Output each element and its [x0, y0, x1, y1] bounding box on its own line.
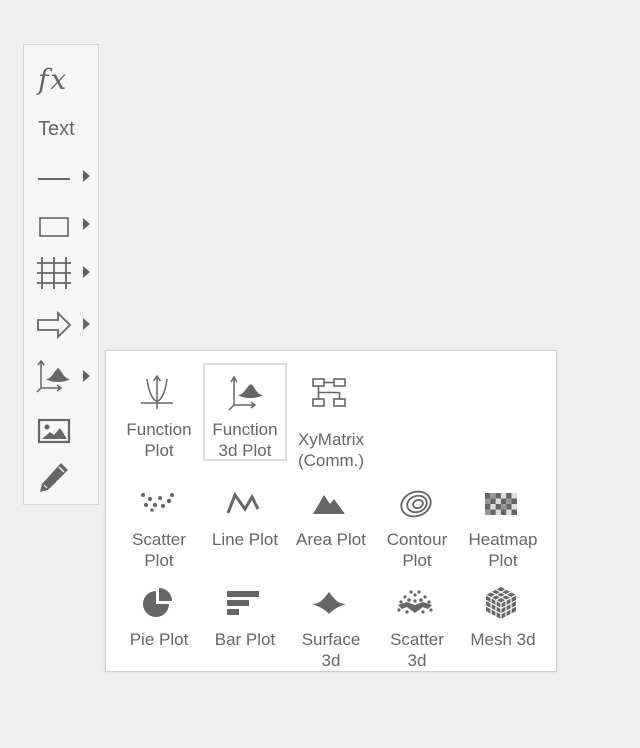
menu-item-label: Pie Plot [129, 630, 189, 649]
line-icon [36, 158, 72, 194]
menu-item-function-plot[interactable]: Function Plot [117, 363, 201, 461]
area-plot-icon [309, 483, 349, 523]
plot-3d-icon [36, 358, 72, 394]
menu-item-label: XyMatrix (Comm.) [297, 430, 365, 470]
scatter-plot-icon [137, 483, 177, 523]
submenu-caret-icon [83, 170, 90, 182]
text-tool-label: Text [38, 118, 75, 140]
menu-item-surface-3d[interactable]: Surface 3d [289, 573, 373, 671]
tool-text[interactable]: Text [24, 107, 98, 151]
menu-item-label: Scatter Plot [132, 530, 186, 570]
menu-item-label: Line Plot [211, 530, 279, 549]
menu-item-label: Contour Plot [386, 530, 448, 570]
menu-item-contour-plot[interactable]: Contour Plot [375, 473, 459, 571]
bar-plot-icon [223, 583, 263, 623]
line-plot-icon [223, 483, 263, 523]
function-3d-plot-icon [224, 373, 264, 413]
menu-item-label: Area Plot [296, 530, 366, 549]
drawing-toolbar: fx Text [23, 44, 99, 505]
menu-item-heatmap-plot[interactable]: Heatmap Plot [461, 473, 545, 571]
fx-icon: fx [38, 63, 69, 96]
mesh-3d-icon [481, 583, 521, 623]
menu-item-label: Function Plot [126, 420, 192, 460]
submenu-caret-icon [83, 266, 90, 278]
surface-3d-icon [309, 583, 349, 623]
grid-icon [36, 254, 72, 290]
menu-item-label: Scatter 3d [390, 630, 444, 670]
scatter-3d-icon [395, 583, 435, 623]
menu-item-label: Function 3d Plot [212, 420, 278, 460]
tool-grid[interactable] [24, 250, 98, 294]
tool-image[interactable] [24, 407, 98, 451]
menu-item-function-3d-plot[interactable]: Function 3d Plot [203, 363, 287, 461]
menu-item-label: Mesh 3d [470, 630, 536, 649]
pie-plot-icon [137, 583, 177, 623]
menu-item-scatter-3d[interactable]: Scatter 3d [375, 573, 459, 671]
rectangle-icon [36, 206, 72, 242]
menu-item-pie-plot[interactable]: Pie Plot [117, 573, 201, 671]
xymatrix-icon [309, 373, 349, 413]
image-icon [36, 411, 72, 447]
tool-arrow[interactable] [24, 302, 98, 346]
function-plot-icon [137, 373, 177, 413]
tool-line[interactable] [24, 154, 98, 198]
menu-item-mesh-3d[interactable]: Mesh 3d [461, 573, 545, 671]
contour-plot-icon [395, 483, 435, 523]
tool-plot[interactable] [24, 354, 98, 398]
plot-submenu: Function Plot Function 3d Plot XyMatrix … [105, 350, 557, 672]
menu-item-label: Heatmap Plot [468, 530, 538, 570]
menu-item-label: Surface 3d [301, 630, 361, 670]
submenu-caret-icon [83, 318, 90, 330]
submenu-caret-icon [83, 218, 90, 230]
menu-item-bar-plot[interactable]: Bar Plot [203, 573, 287, 671]
arrow-right-icon [36, 306, 72, 342]
menu-item-area-plot[interactable]: Area Plot [289, 473, 373, 571]
submenu-caret-icon [83, 370, 90, 382]
tool-pencil[interactable] [24, 455, 98, 499]
tool-function[interactable]: fx [24, 59, 98, 103]
menu-item-label: Bar Plot [214, 630, 276, 649]
menu-item-scatter-plot[interactable]: Scatter Plot [117, 473, 201, 571]
menu-item-line-plot[interactable]: Line Plot [203, 473, 287, 571]
menu-item-xymatrix[interactable]: XyMatrix (Comm.) [289, 363, 373, 470]
heatmap-plot-icon [481, 483, 521, 523]
pencil-icon [36, 459, 72, 495]
tool-rectangle[interactable] [24, 202, 98, 246]
